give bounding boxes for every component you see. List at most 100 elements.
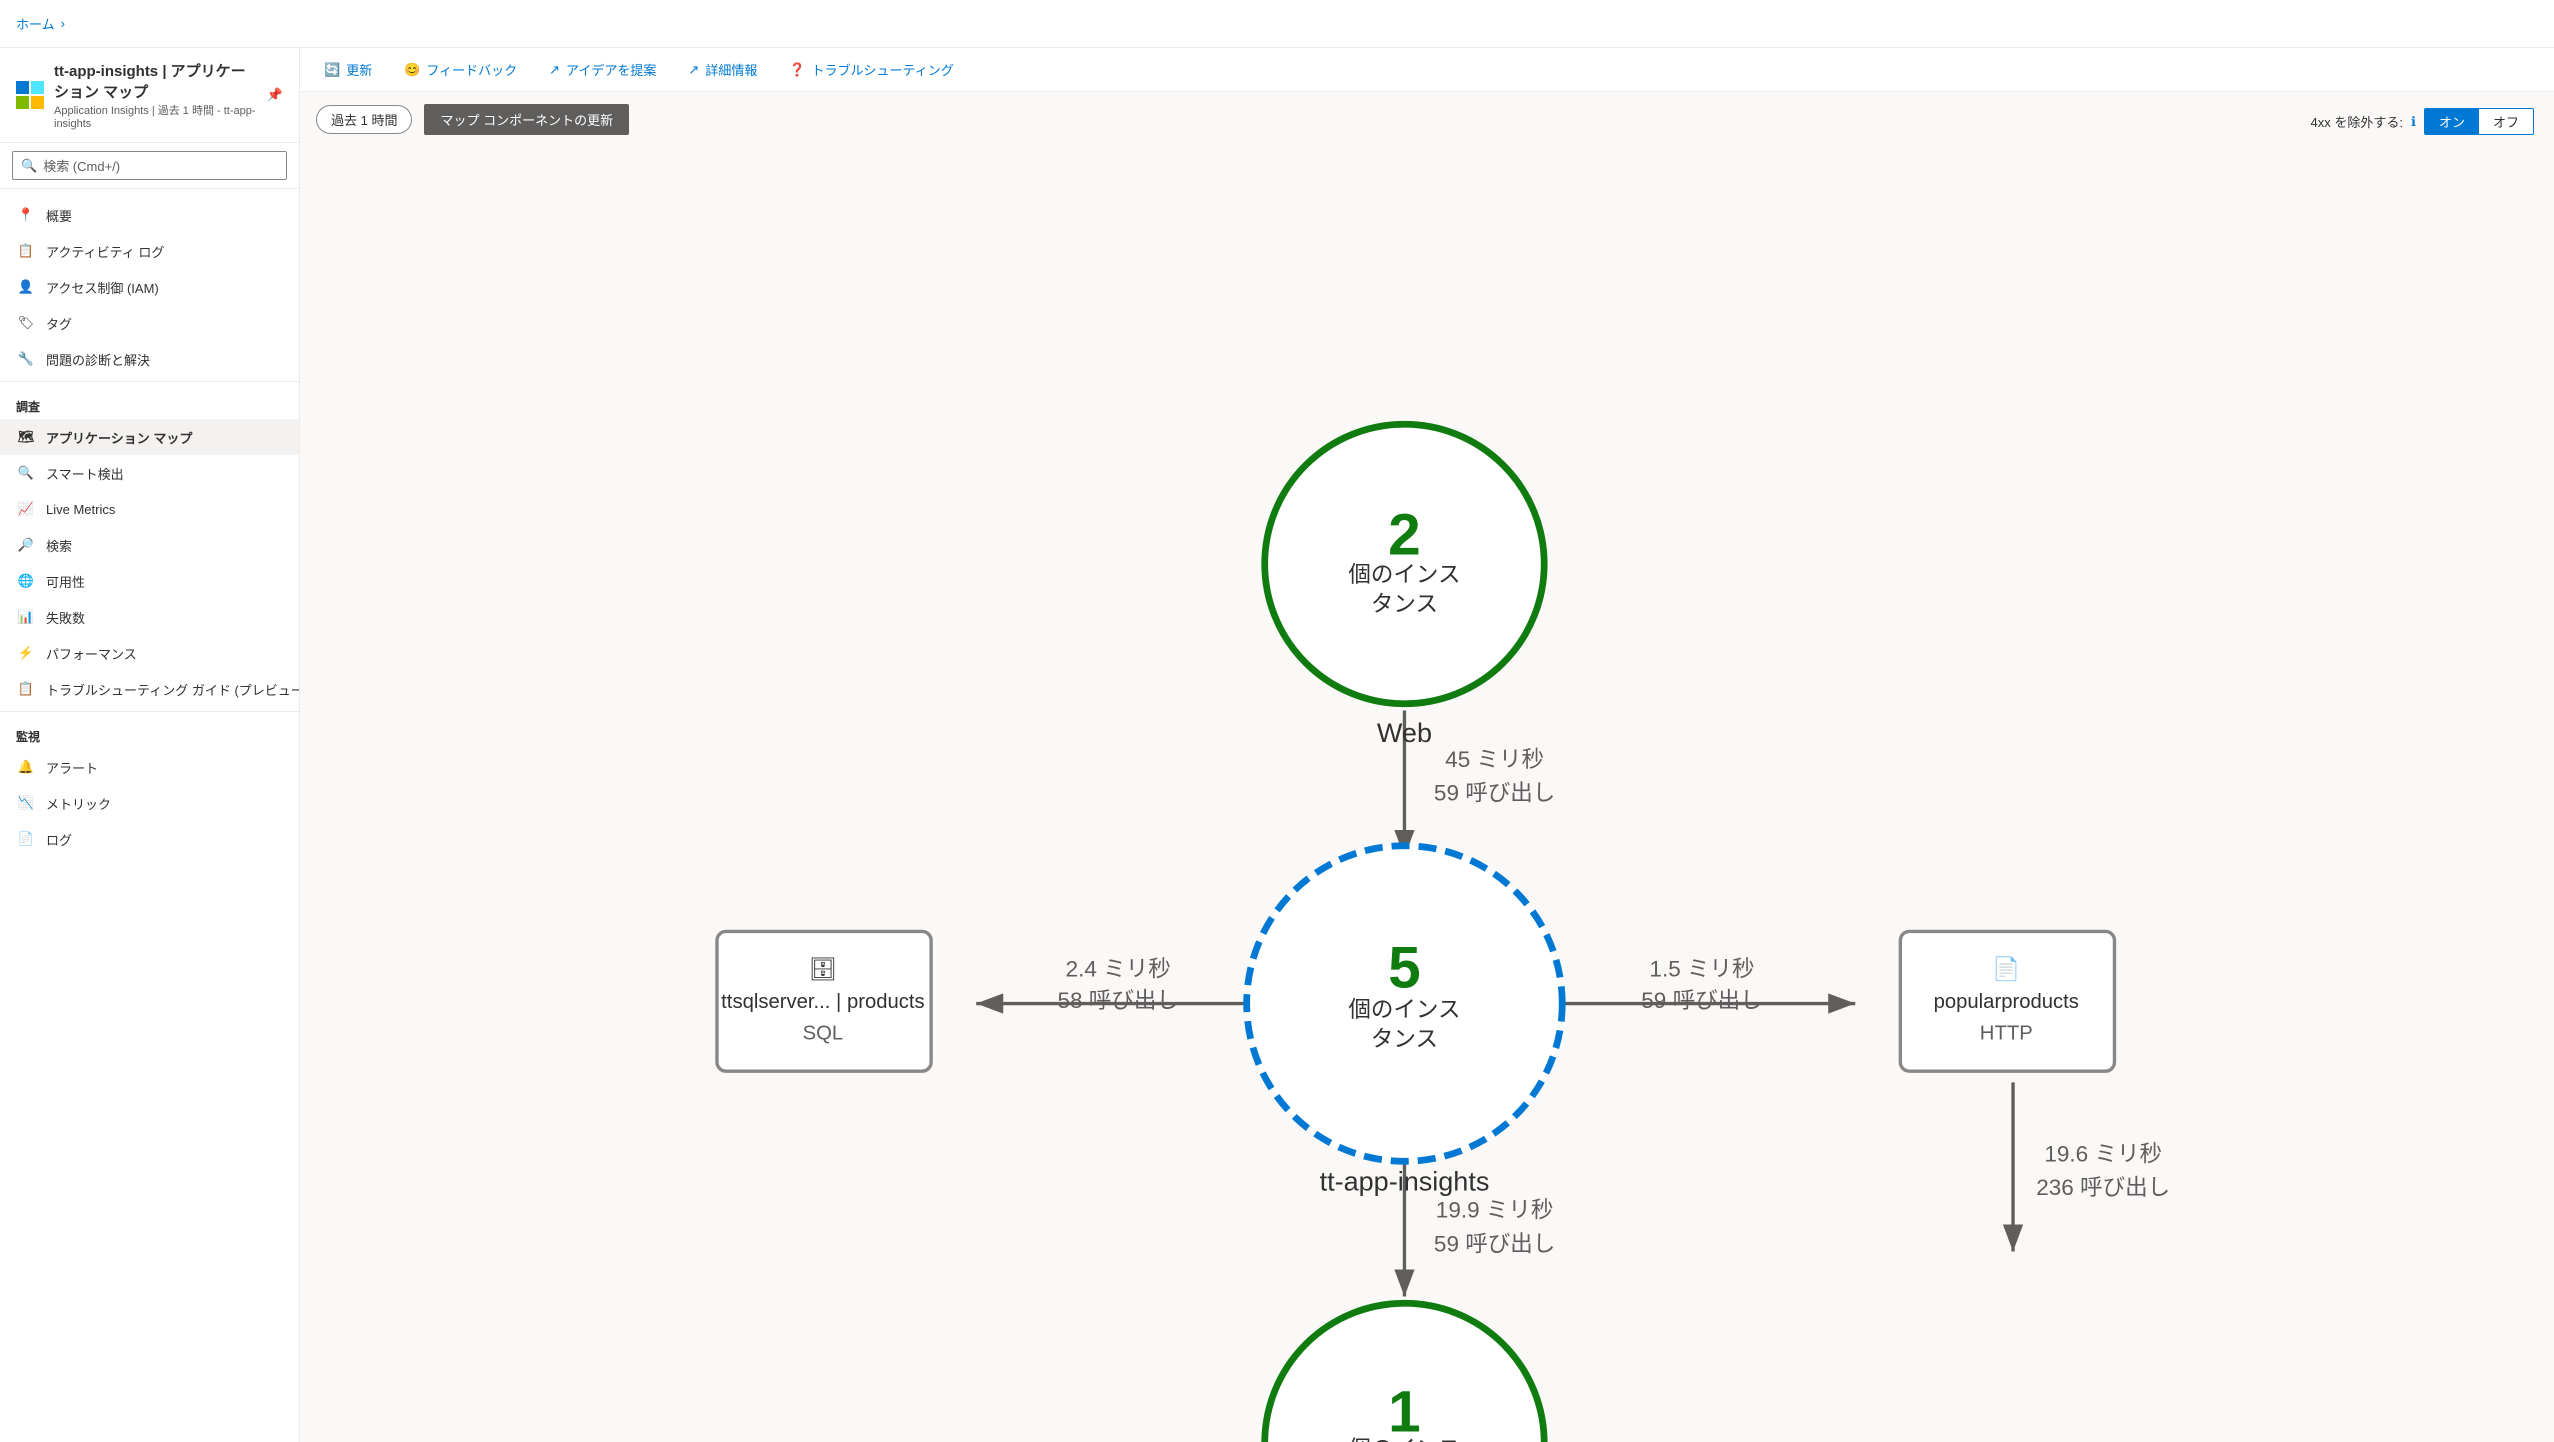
sidebar-item-tags[interactable]: 🏷 タグ <box>0 305 299 341</box>
details-icon: ↗ <box>688 62 699 78</box>
search-icon: 🔍 <box>21 158 37 174</box>
metrics-icon: 📉 <box>16 793 36 813</box>
sidebar-item-metrics[interactable]: 📉 メトリック <box>0 785 299 821</box>
node-web-line2: タンス <box>1371 591 1438 616</box>
sidebar: tt-app-insights | アプリケーション マップ Applicati… <box>0 48 300 1442</box>
app-map-icon: 🗺 <box>16 427 36 447</box>
edge-web-main-label1: 45 ミリ秒 <box>1445 747 1544 772</box>
sidebar-item-label: アクティビティ ログ <box>46 242 164 261</box>
toolbar: 🔄 更新 😊 フィードバック ↗ アイデアを提案 ↗ 詳細情報 ❓ トラブルシュ… <box>300 48 2554 92</box>
sidebar-item-access-control[interactable]: 👤 アクセス制御 (IAM) <box>0 269 299 305</box>
time-range-pill[interactable]: 過去 1 時間 <box>316 105 412 134</box>
top-bar: ホーム › <box>0 0 2554 48</box>
breadcrumb[interactable]: ホーム › <box>16 14 65 33</box>
edge-main-popular-label2: 59 呼び出し <box>1641 988 1762 1013</box>
sidebar-item-availability[interactable]: 🌐 可用性 <box>0 563 299 599</box>
exclude-4xx-label: 4xx を除外する: <box>2311 112 2403 131</box>
details-button[interactable]: ↗ 詳細情報 <box>680 56 765 83</box>
app-title: tt-app-insights | アプリケーション マップ <box>54 60 257 102</box>
toggle-group[interactable]: オン オフ <box>2424 108 2534 135</box>
suggest-button[interactable]: ↗ アイデアを提案 <box>541 56 664 83</box>
feedback-button[interactable]: 😊 フィードバック <box>396 56 525 83</box>
refresh-button[interactable]: 🔄 更新 <box>316 56 380 83</box>
feedback-icon: 😊 <box>404 62 420 78</box>
sidebar-item-performance[interactable]: ⚡ パフォーマンス <box>0 635 299 671</box>
tags-icon: 🏷 <box>16 313 36 333</box>
node-web-count: 2 <box>1388 503 1421 568</box>
performance-icon: ⚡ <box>16 643 36 663</box>
sidebar-item-troubleshoot-guide[interactable]: 📋 トラブルシューティング ガイド (プレビュー) <box>0 671 299 707</box>
info-icon: ℹ <box>2411 114 2416 130</box>
home-link[interactable]: ホーム <box>16 14 55 33</box>
live-metrics-icon: 📈 <box>16 499 36 519</box>
node-popular-sublabel: HTTP <box>1980 1023 2033 1045</box>
sidebar-item-live-metrics[interactable]: 📈 Live Metrics <box>0 491 299 527</box>
node-main-label: tt-app-insights <box>1320 1167 1490 1197</box>
search-input-wrapper[interactable]: 🔍 検索 (Cmd+/) <box>12 151 287 180</box>
activity-log-icon: 📋 <box>16 241 36 261</box>
exclude-4xx-control: 4xx を除外する: ℹ オン オフ <box>2311 108 2534 135</box>
sidebar-item-label: アクセス制御 (IAM) <box>46 278 159 297</box>
section-label-monitor: 監視 <box>0 716 299 749</box>
sidebar-item-activity-log[interactable]: 📋 アクティビティ ログ <box>0 233 299 269</box>
app-icon <box>16 79 44 111</box>
toggle-off[interactable]: オフ <box>2479 109 2533 134</box>
smart-detect-icon: 🔍 <box>16 463 36 483</box>
node-main-count: 5 <box>1388 935 1421 1000</box>
app-title-group: tt-app-insights | アプリケーション マップ Applicati… <box>54 60 257 130</box>
app-map-container: 45 ミリ秒 59 呼び出し 2.4 ミリ秒 58 呼び出し 1.5 ミリ秒 5… <box>300 147 2554 1442</box>
node-web-line1: 個のインス <box>1348 562 1460 587</box>
sidebar-item-logs[interactable]: 📄 ログ <box>0 821 299 857</box>
search-nav-icon: 🔎 <box>16 535 36 555</box>
sidebar-item-search[interactable]: 🔎 検索 <box>0 527 299 563</box>
node-main-line1: 個のインス <box>1348 997 1460 1022</box>
sidebar-item-label: 検索 <box>46 536 72 555</box>
sidebar-item-diagnose[interactable]: 🔧 問題の診断と解決 <box>0 341 299 377</box>
breadcrumb-sep: › <box>61 16 65 31</box>
app-map-svg: 45 ミリ秒 59 呼び出し 2.4 ミリ秒 58 呼び出し 1.5 ミリ秒 5… <box>300 147 2554 1442</box>
availability-icon: 🌐 <box>16 571 36 591</box>
map-controls: 過去 1 時間 マップ コンポーネントの更新 <box>300 92 2554 147</box>
troubleshoot-button[interactable]: ❓ トラブルシューティング <box>781 56 961 83</box>
edge-main-sql-label1: 2.4 ミリ秒 <box>1066 956 1171 981</box>
sidebar-item-label: メトリック <box>46 794 111 813</box>
refresh-icon: 🔄 <box>324 62 340 78</box>
overview-icon: 📍 <box>16 205 36 225</box>
sidebar-item-label: 概要 <box>46 206 72 225</box>
node-web-label: Web <box>1377 718 1432 748</box>
sidebar-item-label: 問題の診断と解決 <box>46 350 150 369</box>
edge-main-app-label1: 19.9 ミリ秒 <box>1436 1198 1554 1223</box>
troubleshoot-guide-icon: 📋 <box>16 679 36 699</box>
section-label-investigate: 調査 <box>0 386 299 419</box>
troubleshoot-icon: ❓ <box>789 62 805 78</box>
sidebar-item-label: ログ <box>46 830 72 849</box>
map-area: 過去 1 時間 マップ コンポーネントの更新 4xx を除外する: ℹ オン オ… <box>300 92 2554 1442</box>
sidebar-item-smart-detect[interactable]: 🔍 スマート検出 <box>0 455 299 491</box>
sidebar-item-label: スマート検出 <box>46 464 124 483</box>
diagnose-icon: 🔧 <box>16 349 36 369</box>
sidebar-item-failures[interactable]: 📊 失敗数 <box>0 599 299 635</box>
edge-popular-down-label2: 236 呼び出し <box>2036 1175 2170 1200</box>
sidebar-item-label: 失敗数 <box>46 608 85 627</box>
pin-icon[interactable]: 📌 <box>267 87 283 103</box>
sidebar-item-label: アラート <box>46 758 98 777</box>
alerts-icon: 🔔 <box>16 757 36 777</box>
sidebar-header: tt-app-insights | アプリケーション マップ Applicati… <box>0 48 299 143</box>
update-map-button[interactable]: マップ コンポーネントの更新 <box>424 104 629 135</box>
node-app-line1: 個のインス <box>1348 1437 1460 1442</box>
logs-icon: 📄 <box>16 829 36 849</box>
main-layout: tt-app-insights | アプリケーション マップ Applicati… <box>0 48 2554 1442</box>
sidebar-item-app-map[interactable]: 🗺 アプリケーション マップ <box>0 419 299 455</box>
toggle-on[interactable]: オン <box>2425 109 2479 134</box>
node-sql-label1: ttsqlserver... | products <box>721 991 924 1013</box>
sidebar-item-alerts[interactable]: 🔔 アラート <box>0 749 299 785</box>
search-bar-container: 🔍 検索 (Cmd+/) <box>0 143 299 189</box>
edge-popular-down-label1: 19.6 ミリ秒 <box>2044 1141 2162 1166</box>
sidebar-item-overview[interactable]: 📍 概要 <box>0 197 299 233</box>
access-control-icon: 👤 <box>16 277 36 297</box>
suggest-icon: ↗ <box>549 62 560 78</box>
sidebar-item-label: パフォーマンス <box>46 644 137 663</box>
node-app-count: 1 <box>1388 1379 1421 1442</box>
node-popular-icon: 📄 <box>1992 955 2020 981</box>
node-sql-sublabel: SQL <box>803 1023 844 1045</box>
